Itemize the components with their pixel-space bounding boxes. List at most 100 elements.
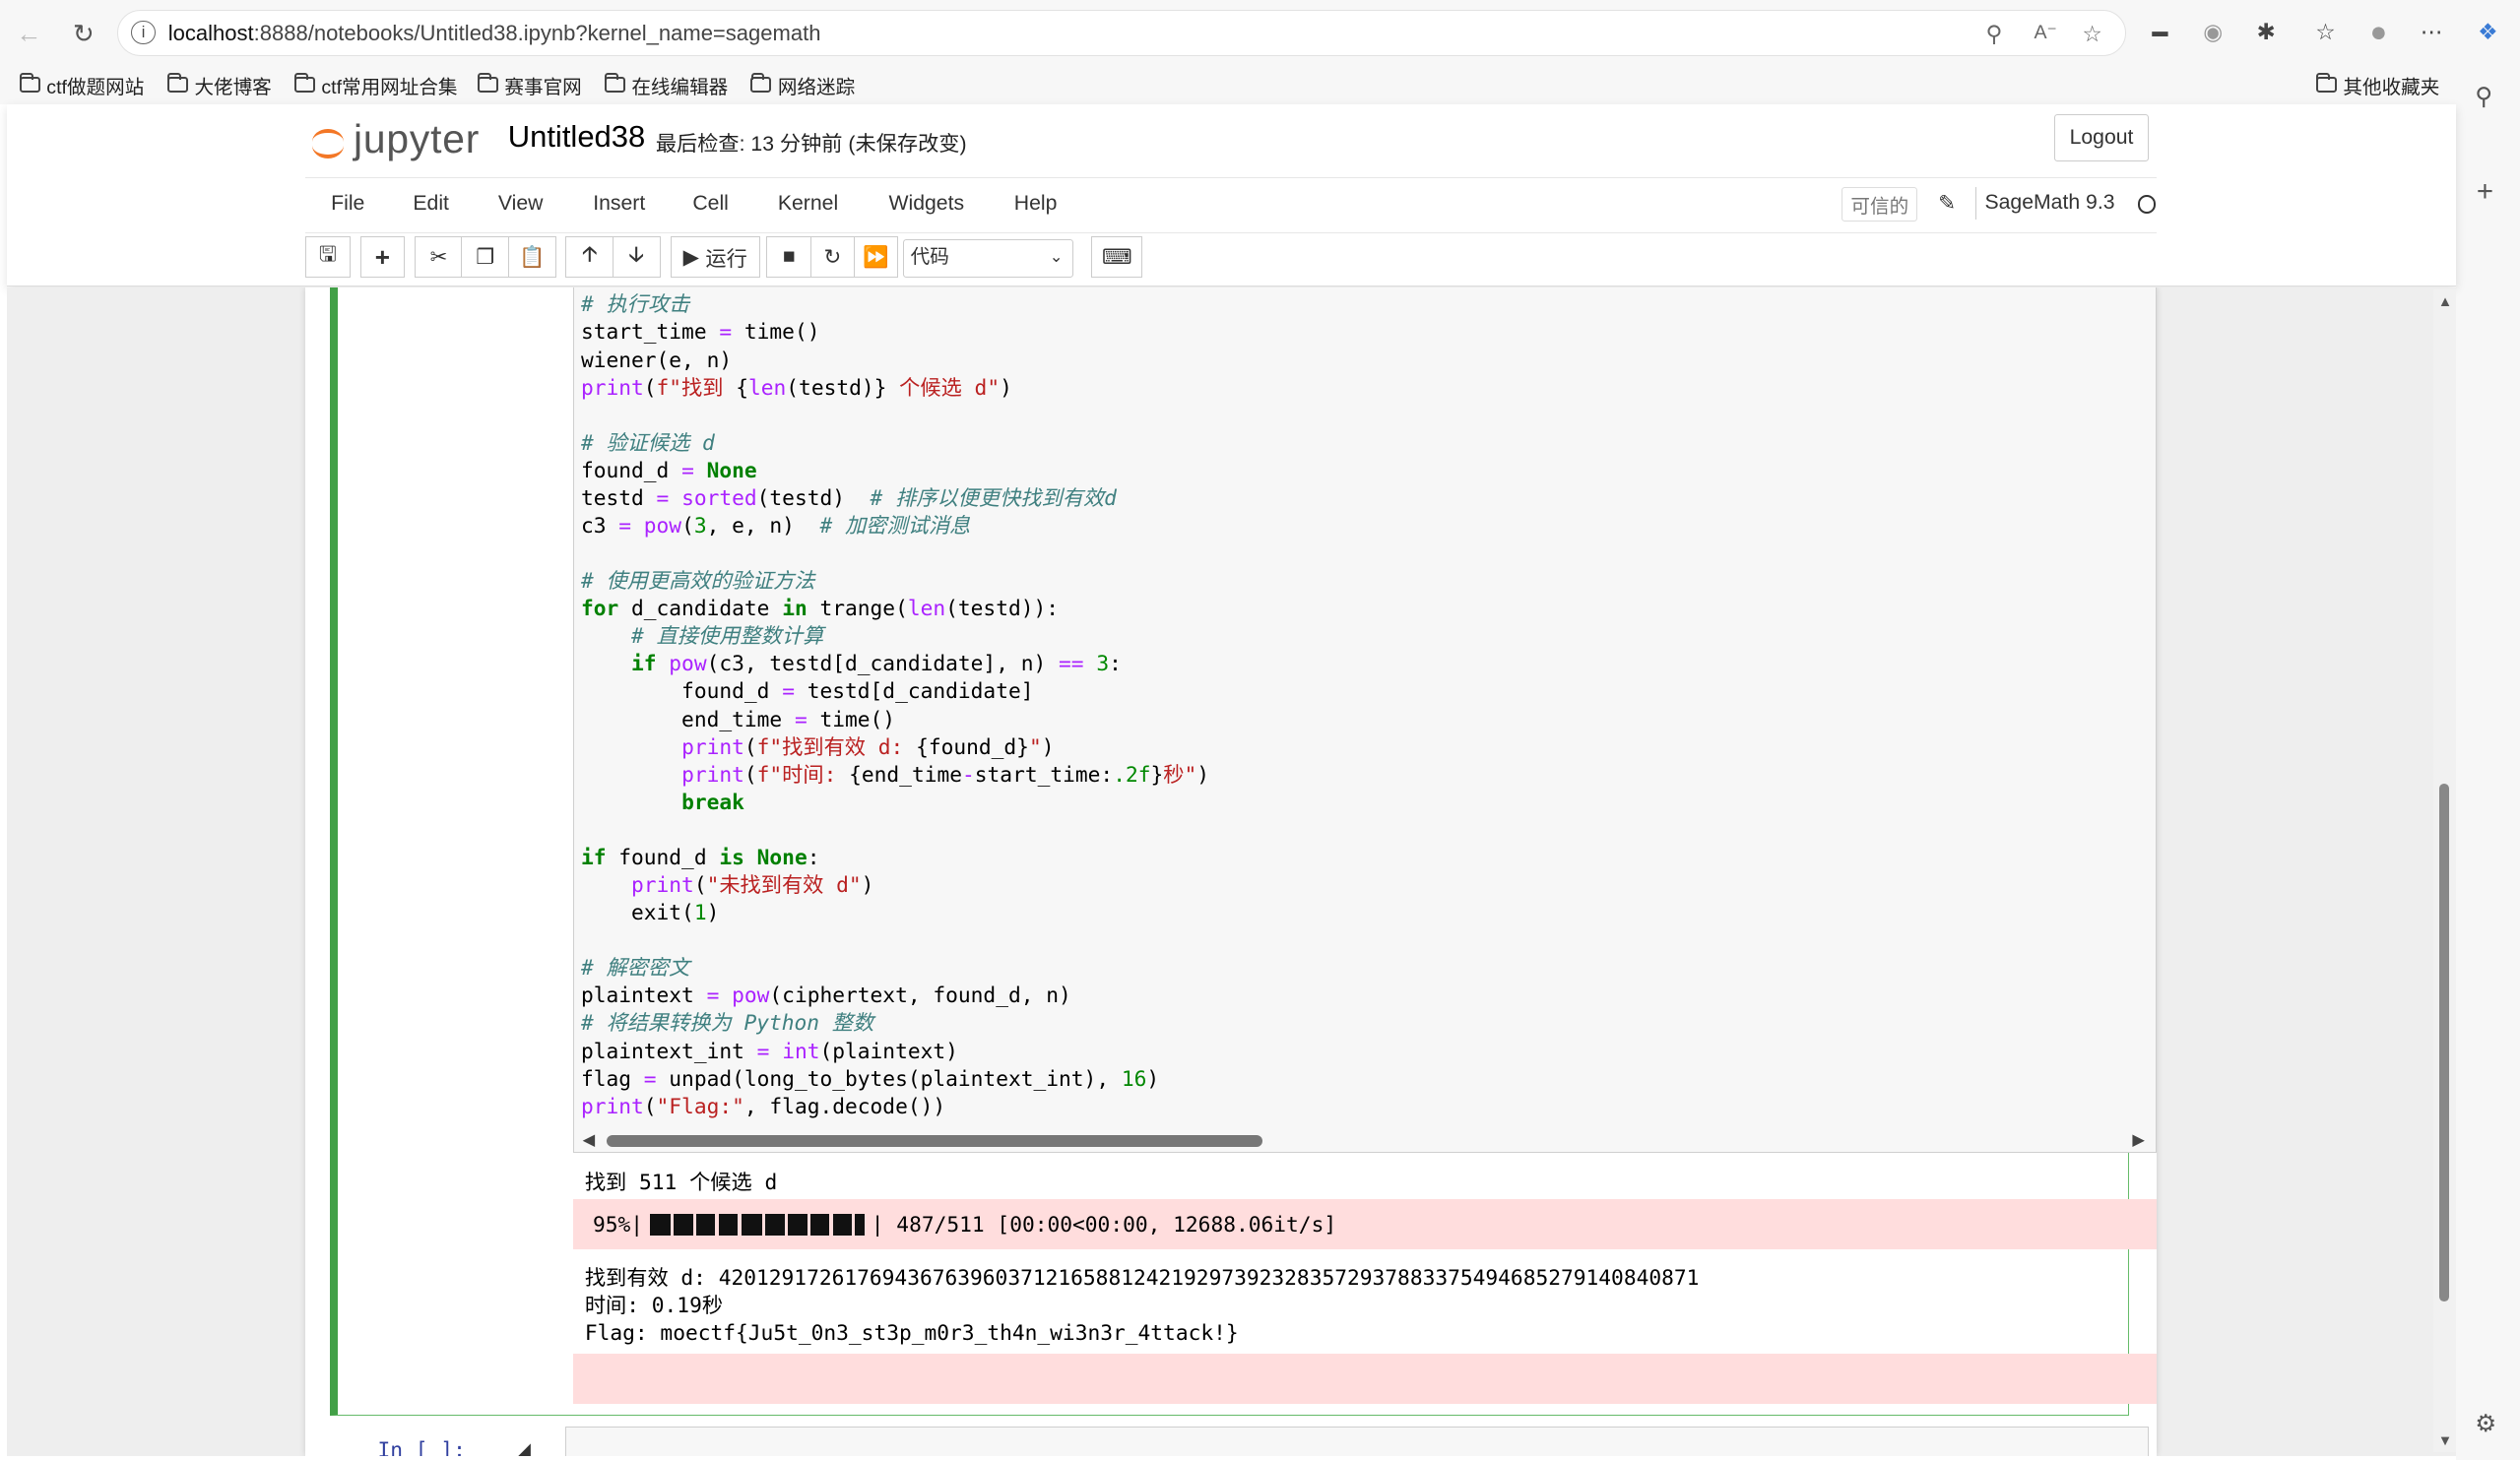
markdown-extension-icon[interactable]: ▬	[2144, 16, 2176, 48]
sidebar-add-icon[interactable]: +	[2477, 175, 2493, 209]
favorite-star-icon[interactable]: ☆	[2082, 21, 2101, 47]
chevron-down-icon: ⌄	[1049, 248, 1064, 267]
code-horizontal-scrollbar[interactable]: ◀ ▶	[574, 1128, 2155, 1152]
folder-icon	[19, 72, 40, 94]
next-cell-editor[interactable]	[565, 1427, 2149, 1456]
address-bar[interactable]: i localhost:8888/notebooks/Untitled38.ip…	[117, 9, 2127, 57]
keyboard-icon: ⌨	[1101, 245, 1132, 269]
divider	[1974, 187, 1977, 220]
progress-block-gap	[715, 1214, 719, 1236]
bookmark-folder[interactable]: 赛事官网	[477, 71, 582, 99]
bookmark-folder[interactable]: ctf做题网站	[19, 71, 144, 99]
menu-cell[interactable]: Cell	[692, 192, 729, 216]
folder-icon	[166, 72, 188, 94]
notebook-title[interactable]: Untitled38	[508, 119, 646, 155]
command-palette-button[interactable]: ⌨	[1091, 235, 1143, 279]
move-down-button[interactable]: 🡣	[612, 235, 661, 279]
restart-run-all-button[interactable]: ⏩	[853, 235, 899, 279]
code-text[interactable]: # 执行攻击 start_time = time() wiener(e, n) …	[581, 291, 1209, 1120]
menu-insert[interactable]: Insert	[593, 192, 645, 216]
folder-icon	[2315, 72, 2337, 94]
paste-button[interactable]: 📋	[507, 235, 556, 279]
scrollbar-thumb[interactable]	[2439, 784, 2450, 1301]
paste-icon: 📋	[518, 245, 546, 269]
menu-bar: File Edit View Insert Cell Kernel Widget…	[305, 176, 2158, 233]
edit-mode-pencil-icon: ✎	[1938, 191, 1956, 215]
menu-widgets[interactable]: Widgets	[888, 192, 964, 216]
url-path: :8888/notebooks/Untitled38.ipynb?kernel_…	[253, 20, 821, 45]
page-vertical-scrollbar[interactable]: ▲ ▼	[2432, 288, 2456, 1453]
scroll-up-icon[interactable]: ▲	[2438, 294, 2453, 310]
favorites-icon[interactable]: ☆	[2309, 16, 2342, 48]
kernel-idle-indicator-icon	[2137, 195, 2157, 215]
progress-block-gap	[852, 1214, 856, 1236]
insert-cell-button[interactable]: +	[359, 235, 406, 279]
jupyter-header: jupyter Untitled38 最后检查: 13 分钟前 (未保存改变) …	[6, 104, 2456, 287]
run-button[interactable]: ▶ 运行	[670, 235, 760, 279]
logout-button[interactable]: Logout	[2053, 113, 2150, 161]
extension-circle-icon[interactable]: ◉	[2197, 16, 2229, 48]
restart-icon: ↻	[823, 245, 842, 269]
kernel-name: SageMath 9.3	[1984, 190, 2115, 214]
menu-help[interactable]: Help	[1014, 192, 1058, 216]
output-stdout-block: 找到有效 d: 42012917261769436763960371216588…	[585, 1265, 1700, 1347]
bookmarks-bar: ctf做题网站 大佬博客 ctf常用网址合集 赛事官网 在线编辑器 网络迷踪 其…	[0, 67, 2520, 105]
read-aloud-icon[interactable]: A⁻	[2034, 21, 2056, 44]
progress-block-gap	[784, 1214, 788, 1236]
copilot-icon[interactable]: ❖	[2472, 16, 2504, 48]
save-status: 最后检查: 13 分钟前 (未保存改变)	[655, 132, 967, 156]
found-d-line: 找到有效 d: 42012917261769436763960371216588…	[584, 1266, 1700, 1292]
trusted-indicator[interactable]: 可信的	[1842, 187, 1918, 222]
notebook-toolbar: 🖫 + ✂ ❐ 📋 🡡 🡣 ▶ 运行 ■ ↻ ⏩ 代码 ⌄ ⌨	[305, 235, 1269, 282]
scrollbar-thumb[interactable]	[607, 1135, 1262, 1147]
progress-stats: 487/511 [00:00<00:00, 12688.06it/s]	[883, 1212, 1337, 1238]
browser-toolbar: ← ↻ i localhost:8888/notebooks/Untitled3…	[0, 0, 2520, 68]
menu-kernel[interactable]: Kernel	[778, 192, 838, 216]
restart-button[interactable]: ↻	[809, 235, 856, 279]
progress-block-gap	[692, 1214, 696, 1236]
menu-file[interactable]: File	[331, 192, 364, 216]
jupyter-logo[interactable]: jupyter	[311, 116, 481, 162]
code-editor[interactable]: # 执行攻击 start_time = time() wiener(e, n) …	[573, 287, 2157, 1154]
scissors-icon: ✂	[429, 245, 448, 269]
folder-icon	[477, 72, 498, 94]
fast-forward-icon: ⏩	[863, 245, 889, 269]
save-icon: 🖫	[318, 243, 337, 267]
progress-percent: 95%	[593, 1212, 631, 1238]
more-menu-icon[interactable]: ⋯	[2416, 16, 2448, 48]
bookmark-folder[interactable]: ctf常用网址合集	[293, 71, 458, 99]
back-icon[interactable]: ←	[10, 15, 48, 53]
move-up-button[interactable]: 🡡	[565, 235, 614, 279]
scroll-right-icon[interactable]: ▶	[2132, 1130, 2145, 1150]
plus-icon: +	[374, 241, 391, 272]
sidebar-settings-icon[interactable]: ⚙	[2475, 1409, 2496, 1438]
zoom-icon[interactable]: ⚲	[1986, 21, 2003, 47]
other-bookmarks-folder[interactable]: 其他收藏夹	[2315, 71, 2439, 99]
sidebar-search-icon[interactable]: ⚲	[2475, 82, 2492, 111]
bookmark-folder[interactable]: 大佬博客	[166, 71, 272, 99]
save-button[interactable]: 🖫	[305, 235, 351, 279]
copy-button[interactable]: ❐	[461, 235, 510, 279]
code-cell-selected[interactable]: # 执行攻击 start_time = time() wiener(e, n) …	[329, 287, 2157, 1416]
output-stderr-empty	[573, 1354, 2157, 1404]
profile-avatar-icon[interactable]: ●	[2362, 16, 2395, 48]
mouse-cursor-icon: ◢	[515, 1438, 531, 1456]
extensions-puzzle-icon[interactable]: ✱	[2250, 16, 2283, 48]
site-info-icon[interactable]: i	[131, 20, 157, 45]
notebook-site: # 执行攻击 start_time = time() wiener(e, n) …	[6, 287, 2456, 1456]
copy-icon: ❐	[476, 245, 495, 269]
cell-type-select[interactable]: 代码 ⌄	[903, 239, 1074, 279]
scroll-down-icon[interactable]: ▼	[2438, 1433, 2453, 1449]
reload-icon[interactable]: ↻	[64, 15, 102, 53]
scroll-left-icon[interactable]: ◀	[583, 1130, 596, 1150]
interrupt-button[interactable]: ■	[766, 235, 812, 279]
bookmark-folder[interactable]: 网络迷踪	[750, 71, 855, 99]
bookmark-folder[interactable]: 在线编辑器	[604, 71, 728, 99]
next-code-cell[interactable]: In [ ]: ◢	[330, 1424, 2149, 1456]
progress-block-gap	[670, 1214, 675, 1236]
menu-view[interactable]: View	[498, 192, 544, 216]
menu-edit[interactable]: Edit	[413, 192, 449, 216]
cut-button[interactable]: ✂	[415, 235, 463, 279]
output-stdout-line: 找到 511 个候选 d	[584, 1171, 778, 1196]
folder-icon	[750, 72, 772, 94]
